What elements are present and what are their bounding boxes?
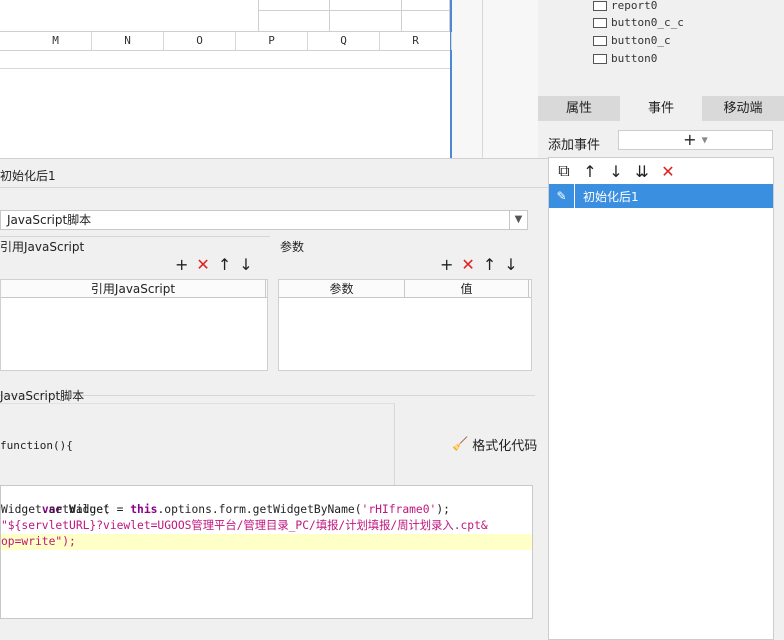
tree-item-button0[interactable]: button0 [593,50,657,67]
event-list-panel: ⧉ ↑ ↓ ⇊ ✕ ✎ 初始化后1 [548,157,774,640]
move-down-icon[interactable]: ↓ [239,255,252,274]
tree-item-report0[interactable]: report0 [593,0,657,14]
event-title: 初始化后1 [0,169,56,183]
divider [0,236,270,237]
column-header-p[interactable]: P [236,32,308,50]
tab-properties[interactable]: 属性 [538,96,620,121]
code-line-current: op=write"); [1,534,532,550]
params-label: 参数 [280,240,305,254]
copy-icon[interactable]: ⧉ [555,161,573,181]
column-header-r[interactable]: R [380,32,452,50]
dropdown-arrow-icon: ▼ [701,135,708,145]
javascript-script-label: JavaScript脚本 [0,389,85,403]
event-list-item[interactable]: ✎ 初始化后1 [549,184,773,208]
move-down-icon[interactable]: ↓ [504,255,517,274]
add-event-row: 添加事件 + ▼ [538,126,784,156]
sheet-scroll-area [452,0,538,158]
params-toolbar: + ✕ ↑ ↓ [440,255,518,274]
delete-icon[interactable]: ✕ [196,255,209,274]
ref-javascript-table[interactable]: 引用JavaScript [0,279,268,371]
format-code-button[interactable]: 🧹 格式化代码 [452,435,537,454]
grid-line [258,0,259,31]
chevron-down-icon[interactable]: ▼ [509,211,527,229]
event-toolbar: ⧉ ↑ ↓ ⇊ ✕ [549,158,773,184]
move-down-icon[interactable]: ↓ [607,162,625,181]
tree-item-button0-c-c[interactable]: button0_c_c [593,14,684,31]
column-header-q[interactable]: Q [308,32,380,50]
column-header-m[interactable]: M [20,32,92,50]
widget-icon [593,53,607,64]
column-header: 值 [405,280,529,298]
widget-tree: report0 button0_c_c button0_c button0 [538,0,784,96]
delete-icon[interactable]: ✕ [461,255,474,274]
move-up-icon[interactable]: ↑ [581,162,599,181]
widget-icon [593,35,607,46]
grid-cell[interactable] [330,0,402,31]
add-event-button[interactable]: + ▼ [618,130,773,150]
add-icon[interactable]: + [175,255,188,274]
tree-item-button0-c[interactable]: button0_c [593,32,671,49]
format-code-label: 格式化代码 [472,439,538,454]
tab-mobile[interactable]: 移动端 [702,96,784,121]
widget-icon [593,0,607,11]
grid-line [258,10,450,11]
event-item-label: 初始化后1 [583,189,639,204]
divider [0,187,548,188]
grid-cell[interactable] [258,0,330,31]
ref-toolbar: + ✕ ↑ ↓ [175,255,253,274]
code-line: "${servletURL}?viewlet=UGOOS管理平台/管理目录_PC… [1,519,488,532]
function-header-area: function(){ [0,403,395,485]
event-type-value: JavaScript脚本 [7,213,92,227]
function-signature: function(){ [0,439,73,452]
move-up-icon[interactable]: ↑ [218,255,231,274]
sheet-row[interactable] [0,51,450,69]
column-header: 参数 [279,280,405,298]
widget-icon [593,17,607,28]
broom-icon: 🧹 [452,437,469,452]
code-line: Widget.setValue( [1,503,110,516]
column-header-n[interactable]: N [92,32,164,50]
event-type-select[interactable]: JavaScript脚本 ▼ [0,210,528,230]
ref-javascript-label: 引用JavaScript [0,240,85,254]
spreadsheet-area[interactable]: M N O P Q R [0,0,452,158]
add-icon[interactable]: + [440,255,453,274]
event-editor-panel: 初始化后1 JavaScript脚本 ▼ 引用JavaScript 参数 + ✕… [0,158,548,640]
column-header: 引用JavaScript [1,280,266,298]
move-bottom-icon[interactable]: ⇊ [633,162,651,181]
move-up-icon[interactable]: ↑ [483,255,496,274]
column-header-o[interactable]: O [164,32,236,50]
table-header: 参数 值 [279,280,531,298]
property-tabs: 属性 事件 移动端 [538,96,784,121]
tab-events[interactable]: 事件 [620,96,702,121]
table-header: 引用JavaScript [1,280,267,298]
edit-pencil-icon: ✎ [549,184,575,208]
add-event-label: 添加事件 [548,138,601,153]
grid-cell[interactable] [402,0,450,31]
plus-icon: + [683,130,697,149]
code-line: var Widget = this.options.form.getWidget… [41,503,450,516]
delete-icon[interactable]: ✕ [659,162,677,181]
code-editor[interactable]: var Widget = this.options.form.getWidget… [0,485,533,619]
column-header-row: M N O P Q R [0,31,452,51]
params-table[interactable]: 参数 值 [278,279,532,371]
